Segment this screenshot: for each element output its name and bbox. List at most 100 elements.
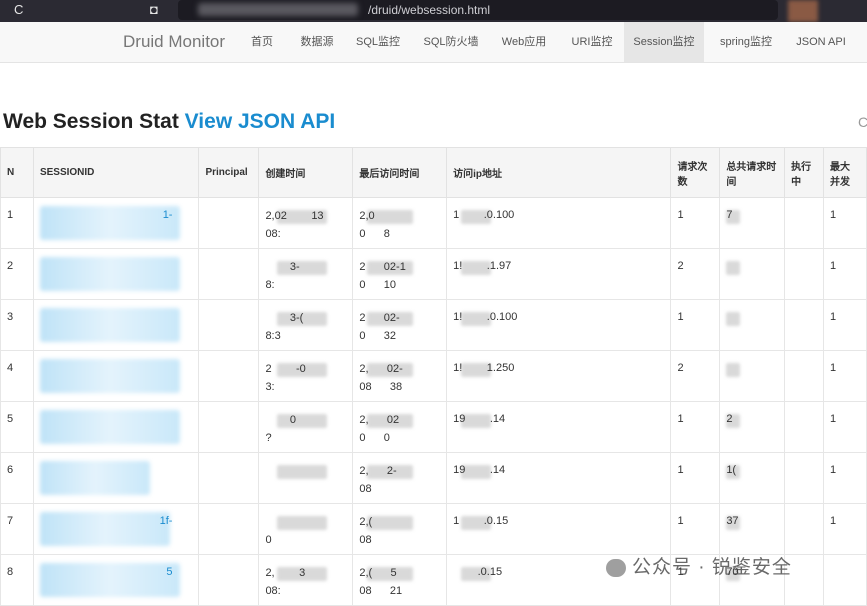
cut-off-control[interactable]: C: [858, 114, 867, 130]
cell-sessionid[interactable]: [32, 350, 200, 402]
view-json-api-link[interactable]: View JSON API: [185, 110, 336, 133]
watermark: 公众号 · 锐鉴安全: [606, 552, 792, 579]
cell-total-time: 37: [719, 503, 786, 555]
cell-running: [784, 401, 825, 453]
cell-last-access: 2,( 08: [352, 503, 448, 555]
page-title: Web Session Stat View JSON API: [3, 110, 335, 134]
cell-created: [258, 452, 354, 504]
cell-ip: 1! .0.100: [446, 299, 672, 351]
cell-principal: [198, 401, 260, 453]
nav-spring-monitor[interactable]: spring监控: [712, 22, 780, 62]
cell-total-time: [719, 350, 786, 402]
cell-n: 6: [0, 452, 34, 504]
sessionid-redacted: [39, 257, 180, 291]
cell-request-count: 1: [670, 503, 721, 555]
col-n[interactable]: N: [0, 147, 34, 198]
url-path: /druid/websession.html: [368, 3, 491, 17]
cell-created: 3- 8:: [258, 248, 354, 300]
reload-icon[interactable]: C: [14, 2, 23, 17]
col-total-time[interactable]: 总共请求时间: [719, 147, 786, 198]
browser-toolbar: C ◘ /druid/websession.html: [0, 0, 867, 22]
nav-datasource[interactable]: 数据源: [293, 22, 341, 62]
brand-logo-text[interactable]: Druid Monitor: [123, 32, 225, 52]
cell-running: [784, 197, 825, 249]
nav-session-monitor[interactable]: Session监控: [624, 22, 704, 62]
cell-ip: 19 .14: [446, 401, 672, 453]
total-time-redacted: [726, 363, 741, 377]
cell-created: 3-(8:3: [258, 299, 354, 351]
cell-n: 8: [0, 554, 34, 606]
cell-sessionid[interactable]: [32, 248, 200, 300]
nav-json-api[interactable]: JSON API: [788, 22, 854, 62]
table-header-row: N SESSIONID Principal 创建时间 最后访问时间 访问ip地址…: [0, 147, 867, 198]
nav-home[interactable]: 首页: [244, 22, 280, 62]
watermark-text: 公众号 · 锐鉴安全: [632, 557, 792, 578]
cell-sessionid[interactable]: 1f-: [32, 503, 200, 555]
cell-running: [784, 299, 825, 351]
total-time-redacted: [726, 261, 741, 275]
cell-request-count: 1: [670, 452, 721, 504]
nav-web-app[interactable]: Web应用: [496, 22, 552, 62]
cell-created: 2,02 13 08:: [258, 197, 354, 249]
cell-sessionid[interactable]: [32, 299, 200, 351]
col-principal[interactable]: Principal: [198, 147, 260, 198]
col-last-access[interactable]: 最后访问时间: [352, 147, 448, 198]
col-running[interactable]: 执行中: [784, 147, 825, 198]
cell-sessionid[interactable]: 1-: [32, 197, 200, 249]
table-row: 1 1- 2,02 13 08: 2,0 0 81 .0.100 1 7 1: [0, 197, 867, 249]
cell-sessionid[interactable]: [32, 401, 200, 453]
cell-request-count: 2: [670, 350, 721, 402]
cell-n: 2: [0, 248, 34, 300]
table-row: 6 2, 2- 08 19 .14 1 1(1: [0, 452, 867, 504]
cell-ip: 1 .0.15: [446, 503, 672, 555]
cell-ip: 1! 1.250: [446, 350, 672, 402]
cell-total-time: 2: [719, 401, 786, 453]
nav-sql-firewall[interactable]: SQL防火墙: [418, 22, 484, 62]
session-stat-table: N SESSIONID Principal 创建时间 最后访问时间 访问ip地址…: [0, 147, 867, 606]
nav-uri-monitor[interactable]: URI监控: [564, 22, 620, 62]
cell-principal: [198, 197, 260, 249]
cell-max-concurrent: [823, 554, 867, 606]
table-row: 5 0? 2, 02 0 0 19 .14 1 2 1: [0, 401, 867, 453]
col-sessionid[interactable]: SESSIONID: [32, 147, 200, 198]
page-title-text: Web Session Stat: [3, 110, 179, 133]
cell-sessionid[interactable]: [32, 452, 200, 504]
cell-request-count: 1: [670, 197, 721, 249]
cell-total-time: 1(: [719, 452, 786, 504]
cell-total-time: [719, 299, 786, 351]
table-row: 3 3-(8:3 2 02- 0 32 1! .0.100 1 1: [0, 299, 867, 351]
nav-sql-monitor[interactable]: SQL监控: [350, 22, 406, 62]
cell-sessionid[interactable]: 5: [32, 554, 200, 606]
cell-principal: [198, 248, 260, 300]
col-max-concurrent[interactable]: 最大并发: [823, 147, 867, 198]
cell-running: [784, 503, 825, 555]
address-bar[interactable]: /druid/websession.html: [178, 0, 778, 20]
col-created[interactable]: 创建时间: [258, 147, 354, 198]
cell-created: 2 -0 3:: [258, 350, 354, 402]
cell-n: 7: [0, 503, 34, 555]
cell-max-concurrent: 1: [823, 248, 867, 300]
cell-last-access: 2, 02- 08 38: [352, 350, 448, 402]
cell-max-concurrent: 1: [823, 350, 867, 402]
sessionid-redacted: [39, 308, 180, 342]
cell-n: 3: [0, 299, 34, 351]
url-host-redacted: [198, 3, 358, 16]
cell-max-concurrent: 1: [823, 299, 867, 351]
col-request-count[interactable]: 请求次数: [670, 147, 721, 198]
table-row: 7 1f- 0 2,( 08 1 .0.15 1 37 1: [0, 503, 867, 555]
bookmark-icon[interactable]: ◘: [150, 2, 158, 17]
profile-avatar[interactable]: [788, 0, 818, 22]
cell-running: [784, 350, 825, 402]
cell-total-time: [719, 248, 786, 300]
cell-last-access: 2, 02 0 0: [352, 401, 448, 453]
cell-principal: [198, 299, 260, 351]
cell-request-count: 1: [670, 401, 721, 453]
cell-max-concurrent: 1: [823, 197, 867, 249]
cell-max-concurrent: 1: [823, 452, 867, 504]
cell-principal: [198, 452, 260, 504]
sessionid-redacted: [39, 359, 180, 393]
cell-last-access: 2,0 0 8: [352, 197, 448, 249]
cell-max-concurrent: 1: [823, 503, 867, 555]
table-row: 2 3- 8: 2 02-1 0 10 1! .1.97 2 1: [0, 248, 867, 300]
col-ip[interactable]: 访问ip地址: [446, 147, 672, 198]
